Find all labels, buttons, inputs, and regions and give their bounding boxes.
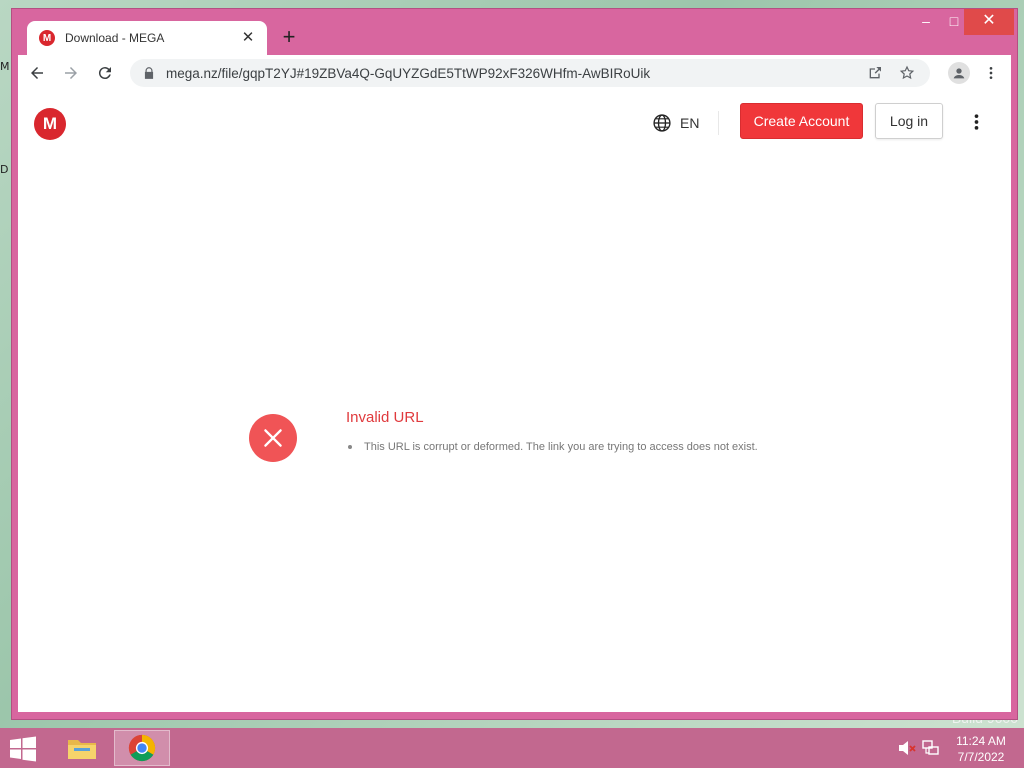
tab-download-mega[interactable]: M Download - MEGA ✕ [27,21,267,55]
back-button[interactable] [22,58,52,88]
folder-icon [68,740,96,759]
mega-favicon-icon: M [39,30,55,46]
error-message-list: This URL is corrupt or deformed. The lin… [346,441,758,453]
login-button[interactable]: Log in [875,103,943,139]
back-arrow-icon [31,67,43,79]
chrome-icon [128,734,156,762]
error-x-icon [249,414,297,462]
error-message-item: This URL is corrupt or deformed. The lin… [346,441,758,453]
clock-time: 11:24 AM [956,734,1006,748]
browser-window: M Download - MEGA ✕ + – □ ✕ mega.nz/file… [11,8,1018,720]
tab-close-icon[interactable]: ✕ [239,29,257,47]
language-selector[interactable]: EN [652,111,699,135]
forward-button[interactable] [56,58,86,88]
header-divider [718,111,719,135]
create-account-button[interactable]: Create Account [740,103,863,139]
chrome-taskbar-button[interactable] [114,730,170,766]
forward-arrow-icon [65,67,77,79]
windows-start-icon[interactable] [8,736,38,762]
language-label: EN [680,115,700,131]
desktop-icon-label-edge: D [0,163,9,176]
share-icon[interactable] [864,62,886,84]
bullet-icon [348,445,352,449]
page-menu-icon[interactable] [968,109,984,135]
close-window-button[interactable]: ✕ [964,9,1014,35]
reload-icon [98,67,111,80]
desktop-icon-label-edge: M [0,60,10,73]
browser-menu-icon[interactable] [983,62,999,84]
reload-button[interactable] [90,58,120,88]
error-message-text: This URL is corrupt or deformed. The lin… [364,441,758,453]
tab-title: Download - MEGA [65,31,165,45]
lock-icon[interactable] [142,66,156,80]
mega-logo[interactable]: M [34,108,66,140]
profile-avatar-icon[interactable] [948,62,970,84]
clock-date: 7/7/2022 [957,750,1005,764]
taskbar: 11:24 AM 7/7/2022 [0,728,1024,768]
address-bar[interactable]: mega.nz/file/gqpT2YJ#19ZBVa4Q-GqUYZGdE5T… [130,59,930,87]
web-page: M EN Create Account Log in Invalid URL T… [18,91,1011,712]
new-tab-plus-icon[interactable]: + [276,25,302,51]
browser-toolbar: mega.nz/file/gqpT2YJ#19ZBVa4Q-GqUYZGdE5T… [18,55,1011,91]
network-icon[interactable] [922,740,940,756]
globe-icon [653,114,671,132]
taskbar-clock[interactable]: 11:24 AM 7/7/2022 [948,733,1014,765]
url-text[interactable]: mega.nz/file/gqpT2YJ#19ZBVa4Q-GqUYZGdE5T… [166,66,854,81]
file-explorer-taskbar-button[interactable] [54,730,110,766]
bookmark-star-icon[interactable] [896,62,918,84]
error-title: Invalid URL [346,409,424,426]
tab-strip: M Download - MEGA ✕ + – □ ✕ [12,9,1017,55]
speaker-muted-icon[interactable] [898,740,916,756]
